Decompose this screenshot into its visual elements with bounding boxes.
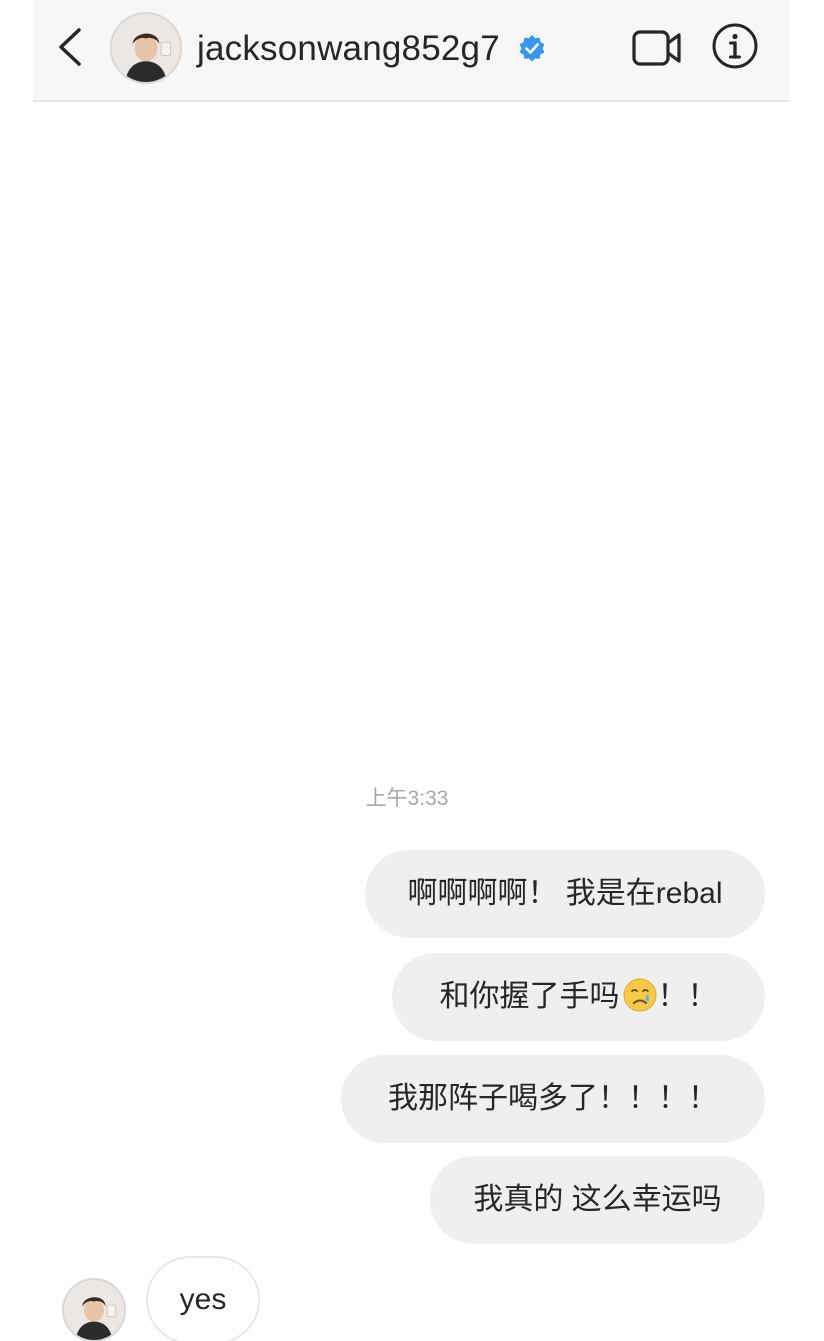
message-text: 啊啊啊啊！ 我是在rebal [407,877,723,910]
message-timestamp: 上午3:33 [365,787,449,810]
verified-badge-icon [519,35,545,62]
message-text: yes [179,1283,227,1316]
profile-photo [112,14,180,82]
outgoing-message[interactable]: 和你握了手吗 ！！ [392,953,765,1041]
sender-avatar[interactable] [62,1278,126,1341]
header-username[interactable]: jacksonwang852g7 [197,24,500,74]
crying-face-emoji-icon [622,960,658,1012]
verified-badge [517,34,547,64]
outgoing-message[interactable]: 啊啊啊啊！ 我是在rebal [365,850,765,938]
outgoing-message[interactable]: 我那阵子喝多了！！！！ [341,1055,765,1143]
video-call-button[interactable] [631,26,683,70]
info-button[interactable] [711,22,759,70]
message-text: 我那阵子喝多了！！！！ [388,1082,718,1115]
message-suffix: ！！ [657,980,718,1013]
header-avatar[interactable] [110,12,182,84]
outgoing-message[interactable]: 我真的 这么幸运吗 [430,1156,765,1244]
incoming-message[interactable]: yes [146,1256,260,1341]
back-button[interactable] [53,22,87,72]
info-icon [712,23,758,69]
dm-thread-screen: jacksonwang852g7 上午3:33 啊啊啊啊！ 我是在rebal 和… [0,0,824,1341]
thread-header: jacksonwang852g7 [33,0,789,102]
profile-photo [64,1280,124,1340]
chevron-left-icon [59,28,81,66]
video-camera-icon [632,30,681,66]
message-text: 我真的 这么幸运吗 [473,1183,722,1216]
message-text: 和你握了手吗 [439,980,620,1013]
